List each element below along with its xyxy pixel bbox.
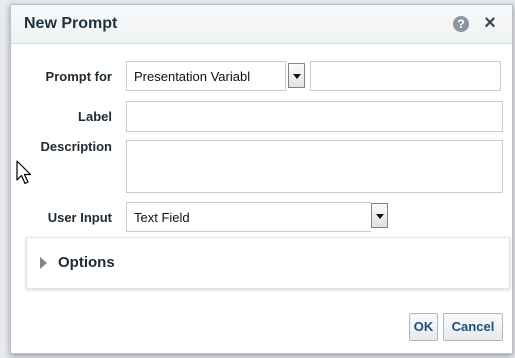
user-input-selected-value: Text Field (134, 210, 190, 225)
mouse-pointer-icon (16, 160, 32, 185)
ok-button[interactable]: OK (409, 313, 438, 341)
help-icon[interactable]: ? (453, 16, 469, 32)
description-label: Description (40, 139, 112, 154)
new-prompt-dialog: New Prompt ? × Prompt for Presentation V… (10, 4, 513, 354)
prompt-for-selected-value: Presentation Variabl (134, 69, 251, 84)
label-input[interactable] (126, 101, 503, 132)
triangle-right-icon[interactable] (40, 257, 47, 269)
prompt-for-select[interactable]: Presentation Variabl (126, 61, 286, 91)
options-panel: Options (26, 237, 510, 289)
description-textarea[interactable] (126, 140, 503, 193)
prompt-for-label: Prompt for (45, 69, 112, 84)
triangle-down-icon (376, 214, 384, 219)
dialog-title: New Prompt (24, 15, 118, 32)
user-input-label: User Input (47, 210, 112, 225)
dialog-titlebar: New Prompt ? × (11, 5, 512, 44)
triangle-down-icon (293, 74, 301, 79)
prompt-for-value-input[interactable] (310, 61, 501, 91)
cancel-button[interactable]: Cancel (443, 313, 503, 341)
options-toggle[interactable]: Options (58, 254, 115, 271)
user-input-dropdown-button[interactable] (371, 203, 388, 228)
prompt-for-dropdown-button[interactable] (288, 63, 305, 88)
label-field-label: Label (78, 109, 112, 124)
user-input-select[interactable]: Text Field (126, 202, 371, 232)
close-icon[interactable]: × (481, 12, 499, 34)
